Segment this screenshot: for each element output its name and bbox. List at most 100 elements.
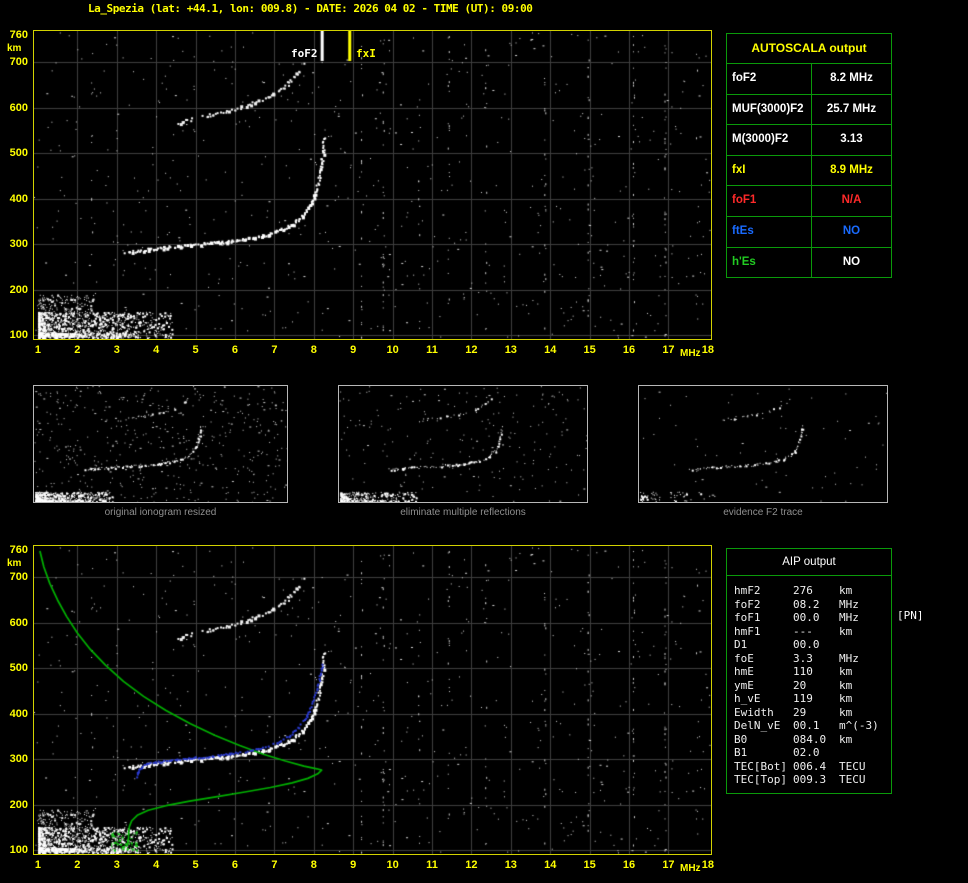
param-value: 08.2: [793, 597, 820, 611]
table-row: foF1 00.0 MHz: [727, 611, 891, 625]
thumbnail-eliminate-reflections: [338, 385, 588, 503]
x-tick-label: 16: [622, 344, 636, 356]
table-row: foF1 N/A: [727, 185, 891, 216]
x-tick-label: 6: [231, 859, 239, 871]
y-tick-label: 500: [9, 662, 28, 675]
param-value: 02.0: [793, 746, 820, 759]
param-unit: km: [839, 678, 853, 692]
table-row: MUF(3000)F2 25.7 MHz: [727, 93, 891, 125]
thumbnail-evidence-f2-trace: [638, 385, 888, 503]
x-tick-label: 2: [74, 344, 81, 356]
thumbnail-canvas: [34, 386, 287, 502]
x-tick-label: 7: [271, 859, 278, 871]
param-value: 29: [793, 705, 807, 719]
param-name: hmF1: [734, 624, 761, 638]
y-tick-label: 300: [9, 238, 28, 251]
table-row: hmF2 276 km: [727, 584, 891, 598]
param-value: NO: [842, 255, 861, 268]
x-tick-label: 13: [504, 344, 517, 356]
param-name: DelN_vE: [734, 719, 781, 732]
param-name: foF1: [734, 611, 761, 624]
y-tick-label: 700: [9, 570, 28, 583]
x-tick-label: 14: [544, 859, 557, 871]
table-row: TEC[Bot] 006.4 TECU: [727, 760, 891, 774]
y-tick-label: 600: [9, 101, 28, 114]
param-name: D1: [734, 638, 748, 651]
param-value: 8.9 MHz: [830, 163, 873, 176]
y-tick-label: 200: [9, 283, 28, 296]
param-value: 276: [793, 584, 813, 597]
fof2-marker-label: foF2: [291, 47, 318, 60]
table-row: hmF1 --- km: [727, 625, 891, 639]
table-row: h'Es NO: [727, 246, 891, 278]
param-unit: km: [839, 584, 853, 597]
table-row: ftEs NO: [727, 215, 891, 247]
x-tick-label: 12: [465, 859, 478, 871]
aip-output-table: AIP output hmF2 276 km foF2 08.2 MHz foF1 00.…: [726, 548, 892, 794]
param-unit: m^(-3): [839, 719, 879, 732]
table-row: B1 02.0: [727, 746, 891, 760]
x-tick-label: 18: [701, 344, 714, 356]
x-tick-label: 15: [583, 344, 596, 356]
table-row: h_vE 119 km: [727, 692, 891, 706]
param-label: foF1: [727, 186, 812, 216]
param-name: TEC[Bot]: [734, 759, 787, 773]
y-axis-unit: km: [7, 43, 22, 54]
ionogram-canvas-bottom: [34, 546, 711, 854]
x-tick-label: 14: [544, 344, 557, 356]
x-tick-label: 17: [662, 859, 675, 871]
param-name: h_vE: [734, 692, 761, 705]
y-tick-label: 100: [9, 844, 28, 857]
y-tick-label: 300: [9, 753, 28, 766]
param-name: hmF2: [734, 584, 761, 597]
x-tick-label: 18: [701, 859, 714, 871]
param-value: 3.13: [840, 133, 863, 146]
x-tick-label: 16: [622, 859, 636, 871]
param-value: 006.4: [793, 759, 827, 773]
table-row: TEC[Top] 009.3 TECU: [727, 773, 891, 787]
pn-flag: [PN]: [897, 609, 924, 622]
thumbnail-canvas: [339, 386, 587, 502]
param-name: foF2: [734, 597, 761, 611]
y-tick-label: 760: [9, 28, 28, 41]
y-tick-label: 400: [9, 192, 28, 205]
autoscala-window: La_Spezia (lat: +44.1, lon: 009.8) - DAT…: [0, 0, 968, 883]
thumbnail-canvas: [639, 386, 887, 502]
param-value: 3.3: [793, 651, 813, 665]
y-tick-label: 700: [9, 55, 28, 68]
x-tick-label: 6: [231, 344, 239, 356]
y-tick-label: 200: [9, 798, 28, 811]
table-row: foF2 8.2 MHz: [727, 63, 891, 94]
param-value: 009.3: [793, 773, 827, 786]
param-value: NO: [842, 224, 861, 237]
param-name: ymE: [734, 678, 754, 692]
param-unit: [839, 638, 891, 652]
autoscala-output-table: AUTOSCALA output foF2 8.2 MHz MUF(3000)F…: [726, 33, 892, 279]
param-value: 00.0: [793, 638, 820, 651]
param-name: hmE: [734, 665, 754, 678]
param-value: ---: [793, 624, 813, 638]
param-label: M(3000)F2: [727, 125, 812, 155]
x-axis-unit: MHz: [680, 863, 701, 874]
param-value: 8.2 MHz: [830, 72, 873, 84]
x-tick-label: 5: [192, 859, 199, 871]
thumbnail-caption: original ionogram resized: [104, 507, 217, 518]
x-tick-label: 8: [310, 859, 317, 871]
x-tick-label: 4: [153, 344, 160, 356]
param-value: 20: [793, 678, 807, 692]
param-unit: TECU: [839, 759, 866, 773]
aip-rows: hmF2 276 km foF2 08.2 MHz foF1 00.0 MHz hmF1 --…: [727, 576, 891, 793]
table-row: D1 00.0: [727, 638, 891, 652]
table-row: M(3000)F2 3.13: [727, 124, 891, 155]
x-tick-label: 13: [504, 859, 517, 871]
param-label: MUF(3000)F2: [727, 94, 812, 125]
param-name: TEC[Top]: [734, 773, 787, 786]
param-name: foE: [734, 651, 754, 665]
param-unit: km: [839, 705, 853, 719]
y-tick-label: 760: [9, 543, 28, 556]
x-tick-label: 4: [153, 859, 160, 871]
param-unit: km: [839, 732, 853, 746]
x-tick-label: 11: [426, 859, 438, 871]
param-name: B0: [734, 732, 748, 746]
table-row: B0 084.0 km: [727, 733, 891, 747]
